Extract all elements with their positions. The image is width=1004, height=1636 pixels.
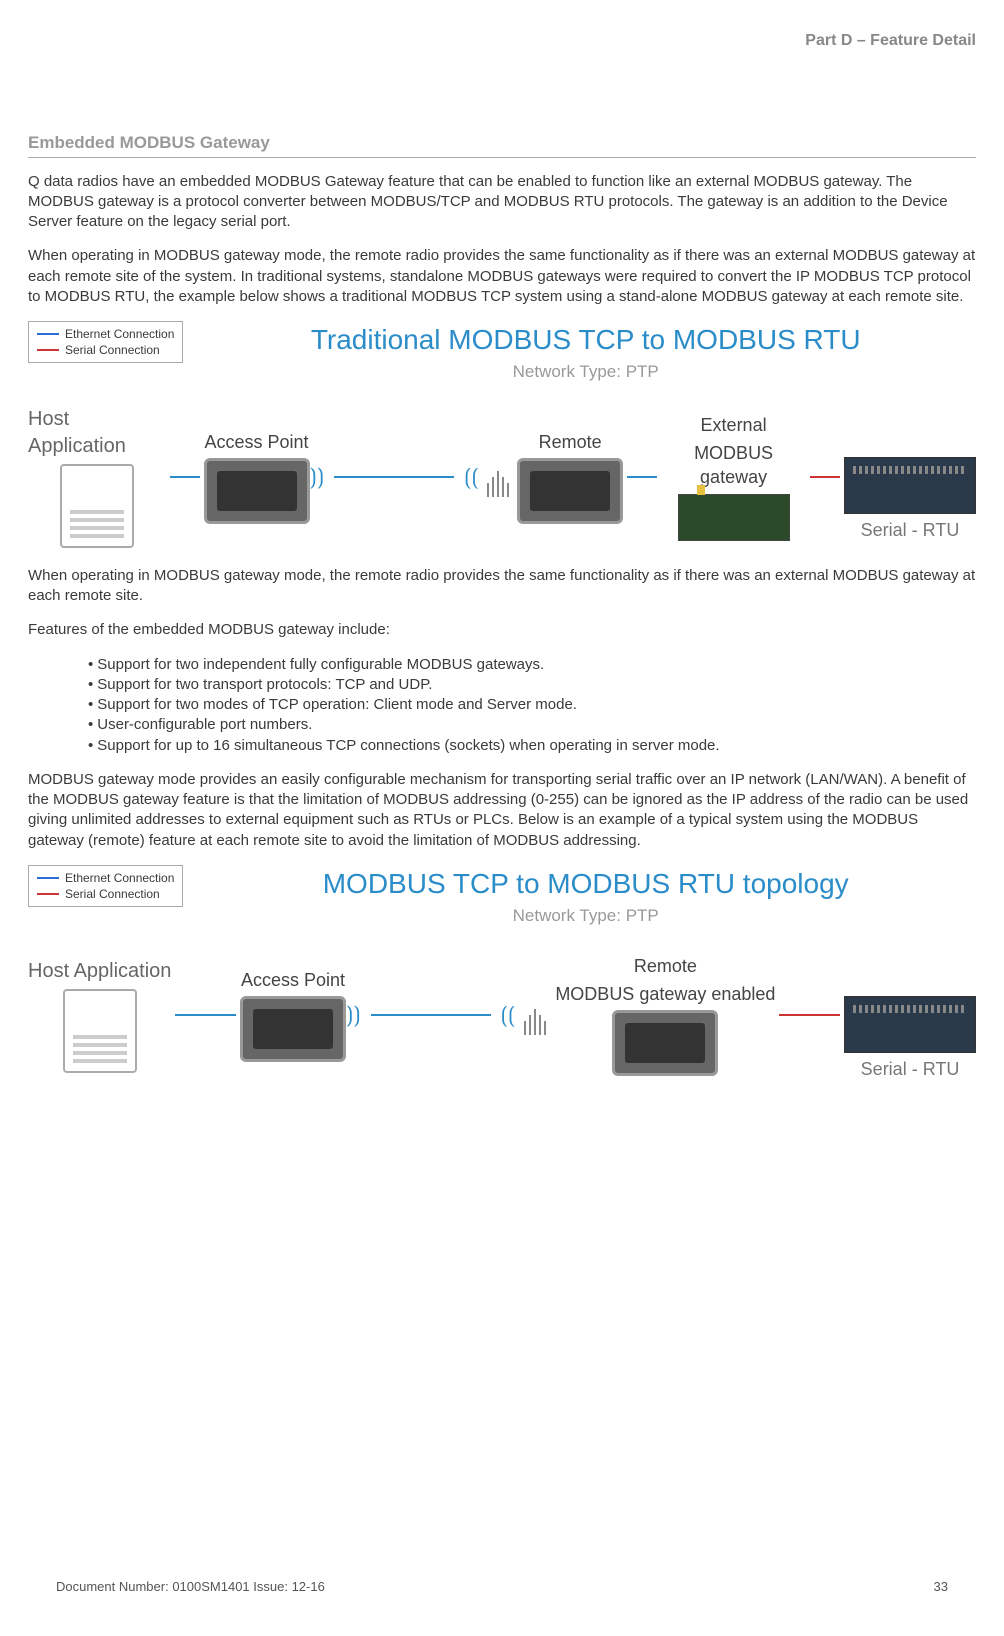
access-point-label: Access Point: [241, 968, 345, 992]
rtu-device-icon: [844, 996, 976, 1053]
host-pc-icon: [60, 464, 134, 548]
bullet-item: Support for two independent fully config…: [88, 655, 976, 675]
ethernet-line-icon: [37, 877, 59, 879]
paragraph-1: Q data radios have an embedded MODBUS Ga…: [28, 172, 976, 233]
legend-ethernet: Ethernet Connection: [65, 326, 174, 342]
remote-label: Remote: [539, 430, 602, 454]
ethernet-line-icon: [37, 333, 59, 335]
ethernet-link-icon: [175, 1014, 236, 1016]
ext-gw-label-1: External: [701, 413, 767, 437]
serial-rtu-label: Serial - RTU: [861, 1057, 960, 1081]
bullet-item: User-configurable port numbers.: [88, 715, 976, 735]
legend-serial: Serial Connection: [65, 886, 160, 902]
feature-bullets: Support for two independent fully config…: [88, 655, 976, 756]
wireless-link-icon: [334, 467, 454, 487]
legend-box: Ethernet Connection Serial Connection: [28, 321, 183, 363]
remote-label-1: Remote: [634, 954, 697, 978]
serial-rtu-label: Serial - RTU: [861, 518, 960, 542]
wifi-icon: ⟯⟯: [310, 462, 325, 492]
bullet-item: Support for up to 16 simultaneous TCP co…: [88, 736, 976, 756]
serial-link-icon: [779, 1014, 840, 1016]
legend-box: Ethernet Connection Serial Connection: [28, 865, 183, 907]
remote-radio-icon: [517, 458, 623, 524]
legend-serial: Serial Connection: [65, 342, 160, 358]
remote-radio-icon: [612, 1010, 718, 1076]
serial-line-icon: [37, 349, 59, 351]
section-title: Embedded MODBUS Gateway: [28, 132, 976, 158]
diagram1-title: Traditional MODBUS TCP to MODBUS RTU: [195, 321, 976, 359]
host-pc-icon: [63, 989, 137, 1073]
wireless-link-icon: [371, 1005, 491, 1025]
document-number: Document Number: 0100SM1401 Issue: 12-16: [56, 1578, 325, 1596]
host-label: Host Application: [28, 958, 171, 985]
part-header: Part D – Feature Detail: [28, 30, 976, 52]
serial-line-icon: [37, 893, 59, 895]
host-label: Host Application: [28, 406, 166, 460]
diagram-traditional: Ethernet Connection Serial Connection Tr…: [28, 321, 976, 548]
diagram-topology: Ethernet Connection Serial Connection MO…: [28, 865, 976, 1081]
legend-ethernet: Ethernet Connection: [65, 870, 174, 886]
diagram1-subtitle: Network Type: PTP: [195, 361, 976, 384]
wifi-icon: ⟮⟮: [464, 462, 479, 492]
access-point-radio-icon: [240, 996, 346, 1062]
antenna-icon: [479, 457, 517, 497]
wifi-icon: ⟯⟯: [346, 1000, 361, 1030]
access-point-label: Access Point: [204, 430, 308, 454]
diagram2-title: MODBUS TCP to MODBUS RTU topology: [195, 865, 976, 903]
page-footer: Document Number: 0100SM1401 Issue: 12-16…: [56, 1578, 948, 1596]
ext-gw-label-2: MODBUS gateway: [661, 441, 806, 490]
ethernet-link-icon: [170, 476, 200, 478]
remote-label-2: MODBUS gateway enabled: [555, 982, 775, 1006]
page-number: 33: [934, 1578, 948, 1596]
external-gateway-icon: [678, 494, 790, 541]
antenna-icon: [515, 995, 555, 1035]
bullet-item: Support for two transport protocols: TCP…: [88, 675, 976, 695]
paragraph-3: When operating in MODBUS gateway mode, t…: [28, 566, 976, 607]
paragraph-4: Features of the embedded MODBUS gateway …: [28, 620, 976, 640]
paragraph-2: When operating in MODBUS gateway mode, t…: [28, 246, 976, 307]
bullet-item: Support for two modes of TCP operation: …: [88, 695, 976, 715]
ethernet-link-icon: [627, 476, 657, 478]
access-point-radio-icon: [204, 458, 310, 524]
rtu-device-icon: [844, 457, 976, 514]
paragraph-5: MODBUS gateway mode provides an easily c…: [28, 770, 976, 851]
serial-link-icon: [810, 476, 840, 478]
wifi-icon: ⟮⟮: [501, 1000, 516, 1030]
diagram2-subtitle: Network Type: PTP: [195, 905, 976, 928]
